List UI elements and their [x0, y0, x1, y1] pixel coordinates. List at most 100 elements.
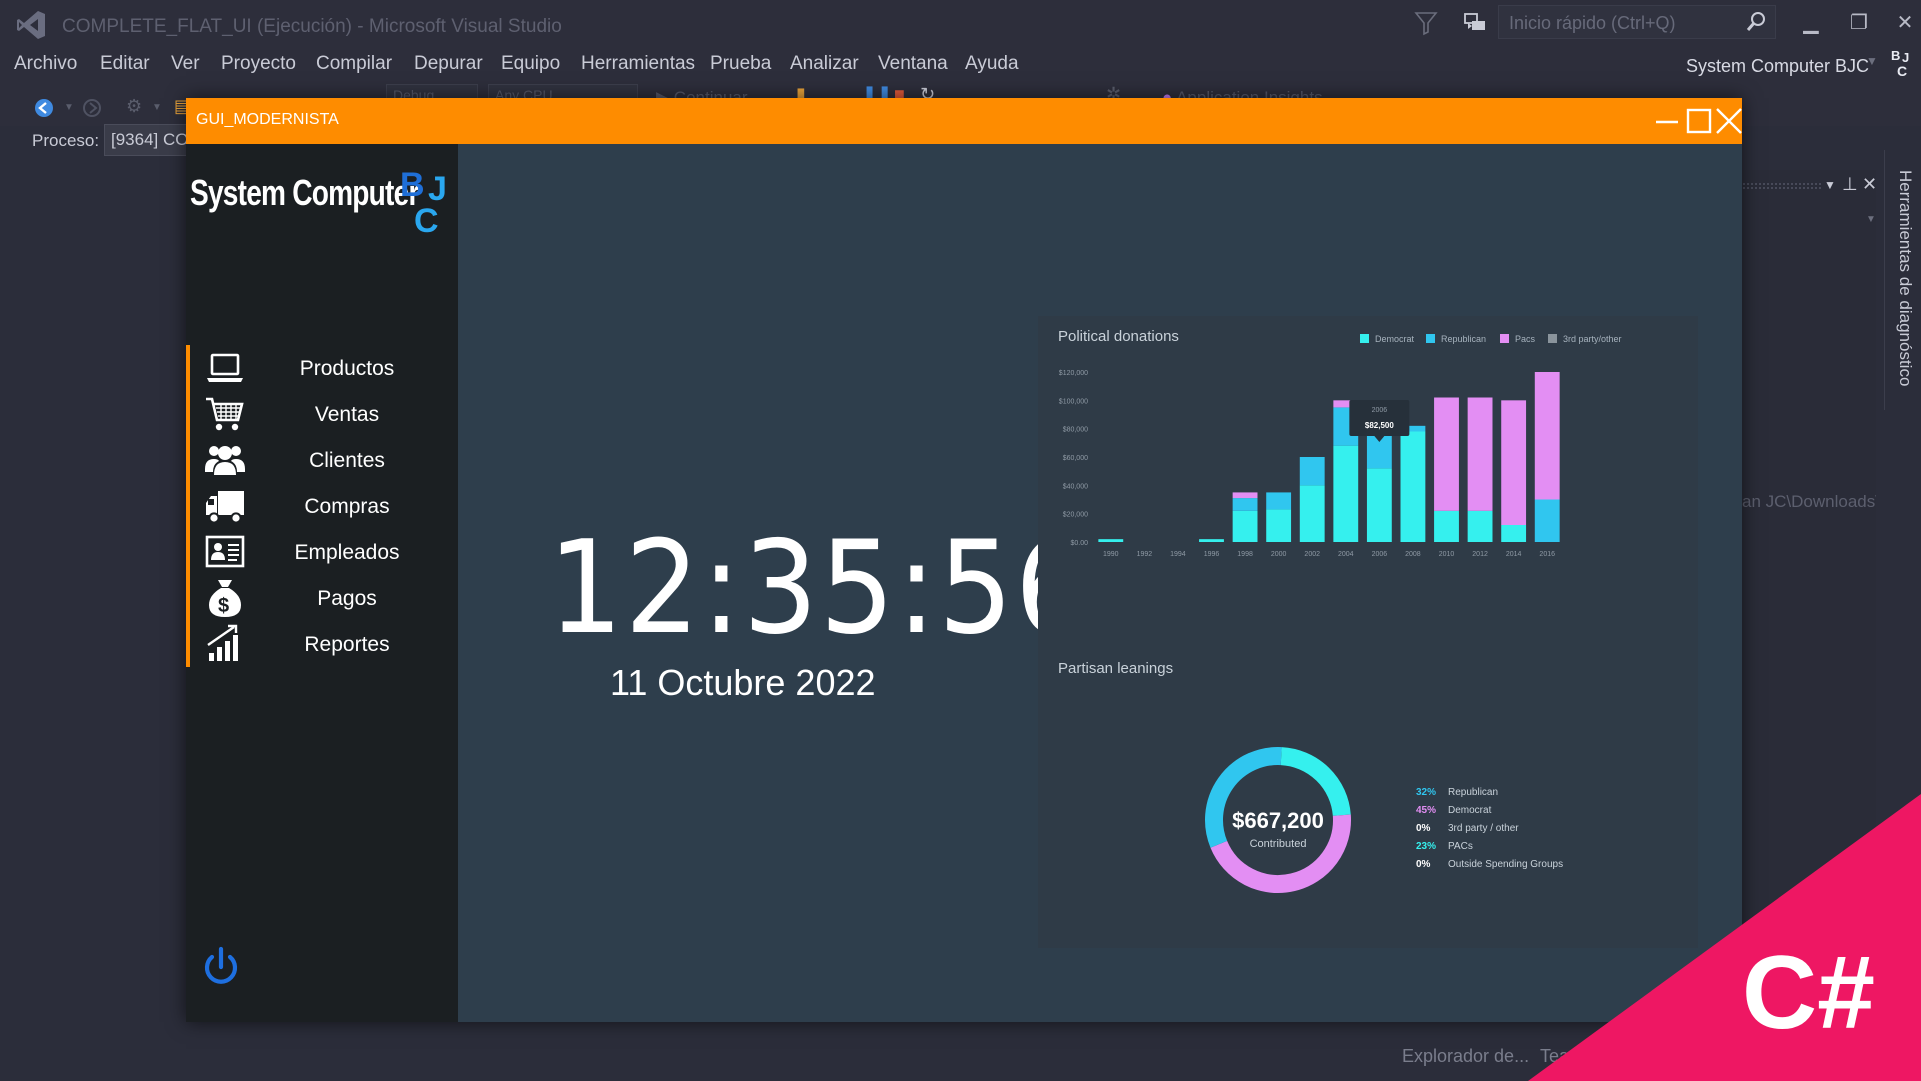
nav-label: Clientes [309, 449, 385, 472]
search-icon[interactable] [1745, 11, 1767, 33]
quick-launch-search[interactable]: Inicio rápido (Ctrl+Q) [1498, 5, 1776, 39]
csharp-badge-text: C# [1742, 935, 1875, 1051]
visual-studio-logo-icon [17, 11, 45, 39]
nav-item-productos[interactable]: Productos [186, 343, 458, 393]
app-main-panel: 12:35:56 11 Octubre 2022 Political donat… [458, 144, 1742, 1022]
app-sidebar: System Computer B J C Productos Ventas C… [186, 144, 458, 1022]
nav-label: Empleados [294, 541, 400, 564]
menu-archivo[interactable]: Archivo [14, 53, 77, 75]
menu-proyecto[interactable]: Proyecto [221, 53, 296, 75]
desktop: COMPLETE_FLAT_UI (Ejecución) - Microsoft… [0, 0, 1921, 1081]
app-close-button[interactable] [1712, 104, 1746, 138]
nav-label: Productos [299, 357, 395, 380]
pie-pct: 0% [1416, 823, 1431, 834]
feedback-icon[interactable] [1462, 10, 1488, 36]
menu-herramientas[interactable]: Herramientas [581, 53, 695, 75]
svg-text:C: C [1897, 63, 1907, 79]
pie-label: Outside Spending Groups [1448, 859, 1564, 870]
app-minimize-button[interactable] [1650, 104, 1684, 138]
donut-slice-pacs [1280, 747, 1351, 817]
menu-ventana[interactable]: Ventana [878, 53, 948, 75]
panel-scroll-caret-icon[interactable]: ▼ [1866, 214, 1876, 225]
pie-pct: 45% [1416, 805, 1437, 816]
vs-window-title: COMPLETE_FLAT_UI (Ejecución) - Microsoft… [62, 16, 562, 37]
vs-minimize-button[interactable]: ▁ [1796, 8, 1826, 38]
donut-center-label: Contributed [1249, 838, 1307, 850]
menu-prueba[interactable]: Prueba [710, 53, 771, 75]
laptop-icon [207, 353, 243, 382]
vs-close-button[interactable]: ✕ [1890, 8, 1920, 38]
app-window-title: GUI_MODERNISTA [196, 111, 339, 128]
nav-accent-bar [186, 575, 190, 621]
pie-label: Democrat [1448, 805, 1492, 816]
vs-menubar: Archivo Editar Ver Proyecto Compilar Dep… [0, 50, 1921, 90]
nav-accent-bar [186, 437, 190, 483]
menu-editar[interactable]: Editar [100, 53, 150, 75]
nav-item-empleados[interactable]: Empleados [186, 527, 458, 577]
user-avatar-icon[interactable]: B J C [1890, 46, 1916, 82]
power-button[interactable] [200, 944, 242, 990]
shopping-cart-icon [206, 397, 244, 431]
pie-legend-row: 32% Republican [1416, 782, 1498, 798]
pie-pct: 32% [1416, 787, 1437, 798]
clock-time: 12:35:56 [548, 514, 1092, 663]
nav-item-pagos[interactable]: $ Pagos [186, 573, 458, 623]
nav-item-ventas[interactable]: Ventas [186, 389, 458, 439]
users-icon [205, 446, 245, 475]
vs-right-panel [1742, 170, 1876, 1020]
partisan-leanings-donut [1205, 747, 1351, 893]
back-navigation-icon[interactable] [34, 98, 54, 118]
menu-ayuda[interactable]: Ayuda [965, 53, 1019, 75]
menu-ver[interactable]: Ver [171, 53, 200, 75]
id-card-icon [205, 535, 245, 568]
notification-filter-icon[interactable] [1414, 10, 1438, 36]
donut-center-value: $667,200 [1232, 808, 1324, 833]
pie-label: Republican [1448, 787, 1499, 798]
nav-label: Reportes [304, 633, 390, 656]
nav-accent-bar [186, 529, 190, 575]
panel-pin-icon[interactable]: ⊥ [1842, 174, 1858, 195]
new-project-dropdown-icon[interactable]: ▼ [152, 102, 162, 113]
menu-analizar[interactable]: Analizar [790, 53, 859, 75]
tab-team[interactable]: Team [1540, 1046, 1584, 1067]
bar-chart-icon [207, 624, 238, 661]
vs-user-name[interactable]: System Computer BJC [1686, 56, 1869, 77]
tab-solution-explorer[interactable]: Explorador de... [1402, 1046, 1529, 1067]
back-dropdown-icon[interactable]: ▼ [64, 102, 74, 113]
nav-item-clientes[interactable]: Clientes [186, 435, 458, 485]
svg-text:$: $ [218, 595, 229, 617]
nav-accent-bar [186, 391, 190, 437]
app-titlebar[interactable]: GUI_MODERNISTA [186, 98, 1742, 144]
svg-text:B: B [1891, 48, 1900, 63]
nav-label: Compras [304, 495, 390, 518]
pie-legend-row: 45% Democrat [1416, 800, 1491, 816]
pie-legend-row: 23% PACs [1416, 836, 1473, 852]
vs-restore-button[interactable]: ❐ [1844, 8, 1874, 38]
brand-name: System Computer [190, 172, 419, 213]
pie-legend-row: 0% Outside Spending Groups [1416, 854, 1563, 870]
nav-accent-bar [186, 345, 190, 391]
nav-accent-bar [186, 483, 190, 529]
brand: System Computer B J C [190, 162, 454, 242]
dashboard-image: Political donations Democrat Republican … [1038, 316, 1698, 948]
logo-letter-b: B [400, 166, 425, 204]
menu-equipo[interactable]: Equipo [501, 53, 560, 75]
pie-legend-row: 0% 3rd party / other [1416, 818, 1519, 834]
quick-launch-placeholder: Inicio rápido (Ctrl+Q) [1509, 13, 1676, 33]
truck-icon [206, 491, 244, 524]
nav-item-reportes[interactable]: Reportes [186, 619, 458, 669]
user-dropdown-caret-icon[interactable]: ▼ [1866, 54, 1878, 68]
logo-letter-c: C [414, 202, 439, 238]
new-project-icon[interactable]: ⚙ [126, 96, 142, 117]
panel-dropdown-icon[interactable]: ▼ [1824, 178, 1836, 192]
panel-grip[interactable] [1742, 182, 1822, 190]
app-maximize-button[interactable] [1682, 104, 1716, 138]
nav-item-compras[interactable]: Compras [186, 481, 458, 531]
menu-compilar[interactable]: Compilar [316, 53, 392, 75]
diagnostics-side-tab-label[interactable]: Herramientas de diagnóstico [1895, 170, 1915, 386]
panel-close-icon[interactable]: ✕ [1862, 174, 1877, 195]
forward-navigation-icon[interactable] [82, 98, 102, 118]
bjc-logo: B J C [400, 166, 447, 238]
nav-accent-bar [186, 621, 190, 667]
menu-depurar[interactable]: Depurar [414, 53, 483, 75]
